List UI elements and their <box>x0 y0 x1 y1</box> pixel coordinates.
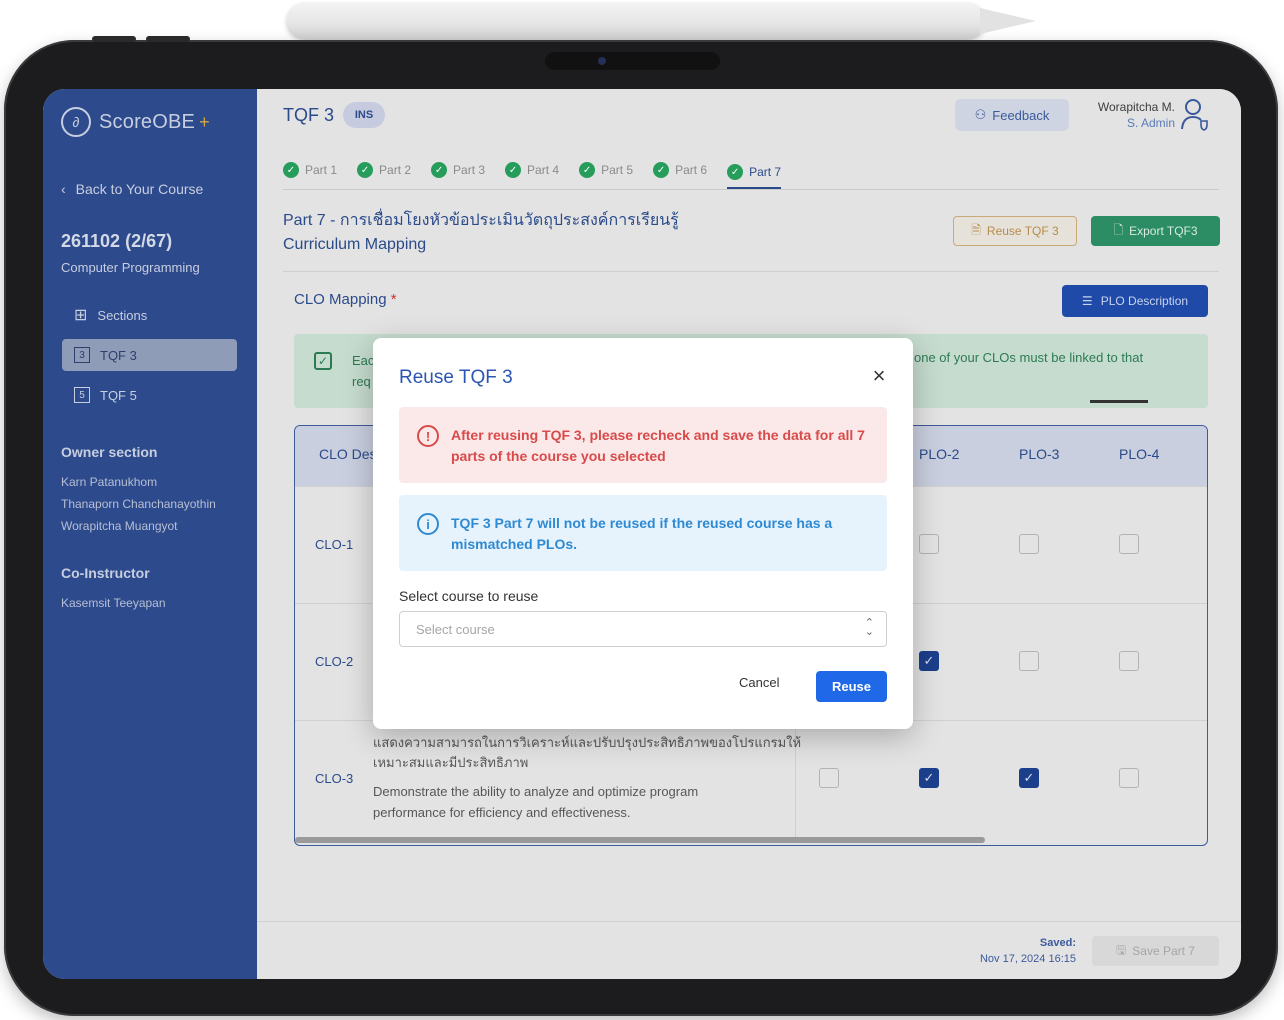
select-placeholder: Select course <box>416 622 495 637</box>
info-alert: i TQF 3 Part 7 will not be reused if the… <box>399 495 887 571</box>
dialog-title: Reuse TQF 3 <box>399 367 513 388</box>
error-alert: ! After reusing TQF 3, please recheck an… <box>399 407 887 483</box>
camera-icon <box>598 57 606 65</box>
camera-housing <box>545 52 720 70</box>
volume-button <box>146 36 190 42</box>
chevron-up-down-icon: ⌃ ⌄ <box>864 617 874 638</box>
select-label: Select course to reuse <box>399 588 539 604</box>
alert-text: TQF 3 Part 7 will not be reused if the r… <box>451 515 833 552</box>
cancel-button[interactable]: Cancel <box>739 675 779 690</box>
apple-pencil-tip <box>980 8 1036 34</box>
close-icon[interactable]: × <box>869 365 889 387</box>
course-select[interactable]: Select course ⌃ ⌄ <box>399 611 887 647</box>
apple-pencil <box>286 2 986 40</box>
info-circle-icon: i <box>417 513 439 535</box>
alert-circle-icon: ! <box>417 425 439 447</box>
volume-button <box>92 36 136 42</box>
reuse-tqf3-dialog: Reuse TQF 3 × ! After reusing TQF 3, ple… <box>373 338 913 729</box>
reuse-button[interactable]: Reuse <box>816 671 887 702</box>
alert-text: After reusing TQF 3, please recheck and … <box>451 427 865 464</box>
